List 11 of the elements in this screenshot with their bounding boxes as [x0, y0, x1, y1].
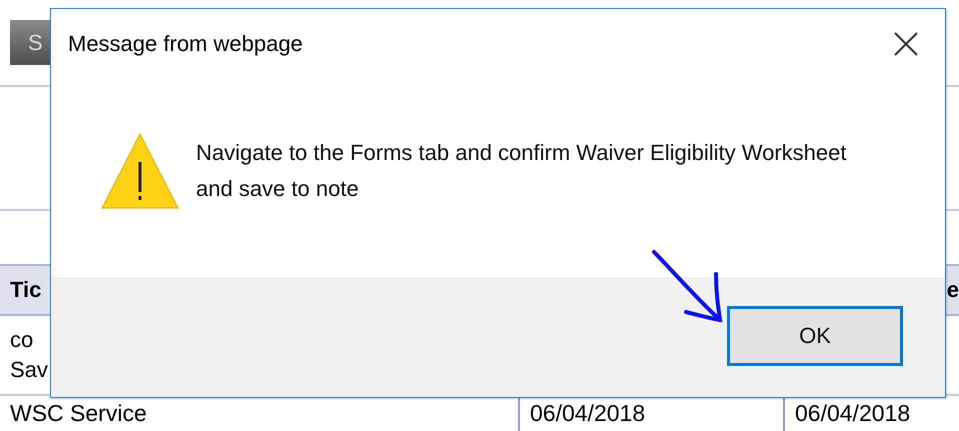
column-header: e [946, 277, 959, 303]
table-cell-text: WSC Service [9, 399, 148, 428]
table-cell-text: Sav [10, 356, 48, 384]
dialog-message: Navigate to the Forms tab and confirm Waiver Eligibility Worksheet and save to note [196, 139, 848, 203]
ok-button[interactable]: OK [727, 306, 903, 366]
close-icon [893, 31, 919, 57]
warning-icon [101, 132, 179, 210]
close-button[interactable] [893, 31, 919, 57]
dialog-title: Message from webpage [68, 31, 303, 57]
column-header: Tic [10, 277, 42, 303]
table-cell-text: co [10, 326, 34, 354]
